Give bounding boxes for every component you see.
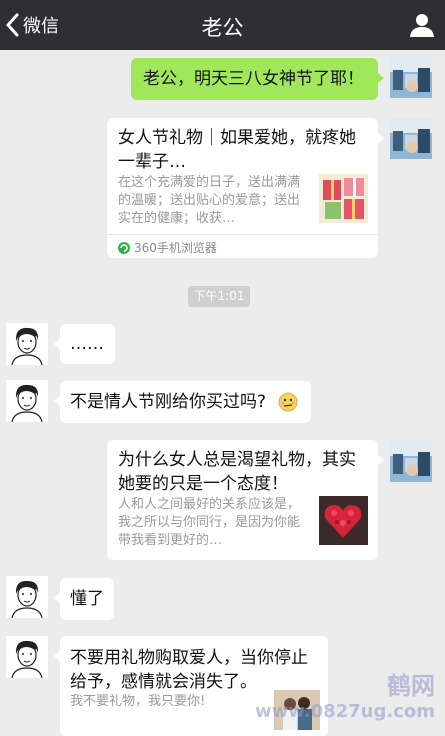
chat-title: 老公 [201,16,244,40]
contact-avatar[interactable] [6,636,48,678]
self-avatar[interactable] [390,440,432,482]
bubble-tail [54,592,61,604]
card-divider [107,234,378,235]
link-card[interactable]: 女人节礼物｜如果爱她，就疼她一辈子… 在这个充满爱的日子，送出满满的温暖；送出贴… [107,118,384,258]
message-text: 不是情人节刚给你买过吗? [70,392,267,412]
bubble-tail [377,454,384,466]
message-bubble-incoming[interactable]: 懂了 [54,578,114,620]
watermark-main: 鹤网 [387,672,435,700]
card-source: 360手机浏览器 [118,239,217,256]
message-bubble-incoming[interactable]: …… [54,324,115,364]
contact-avatar[interactable] [6,380,48,422]
back-label: 微信 [23,16,59,37]
browser-360-icon [118,241,130,254]
awkward-face-emoji-icon [278,392,298,412]
message-bubble-outgoing[interactable]: 老公，明天三八女神节了耶！ [131,58,384,100]
profile-icon[interactable] [409,12,435,38]
card-description: 我不要礼物，我只要你! [70,694,206,709]
message-text: 老公，明天三八女神节了耶！ [143,69,364,89]
card-thumbnail-heart-flowers [319,496,368,545]
card-thumbnail-gift-boxes [319,174,368,223]
bubble-tail [54,650,61,662]
card-title: 女人节礼物｜如果爱她，就疼她一辈子… [118,128,356,172]
card-source-label: 360手机浏览器 [134,241,217,255]
contact-avatar[interactable] [6,323,48,365]
card-title: 为什么女人总是渴望礼物，其实她要的只是一个态度！ [118,450,356,494]
timestamp: 下午1:01 [188,286,250,307]
message-bubble-incoming[interactable]: 不是情人节刚给你买过吗? [54,381,311,423]
bubble-tail [54,395,61,407]
title-bar: 微信 老公 [0,0,445,50]
watermark-url: www.0827ug.com [255,701,435,722]
message-text: …… [70,334,104,354]
message-text: 懂了 [70,589,104,609]
self-avatar[interactable] [390,117,432,159]
watermark: 鹤网 www.0827ug.com [255,673,435,725]
card-description: 在这个充满爱的日子，送出满满的温暖；送出贴心的爱意；送出实在的健康；收获… [118,175,301,226]
contact-avatar[interactable] [6,576,48,618]
link-card[interactable]: 为什么女人总是渴望礼物，其实她要的只是一个态度！ 人和人之间最好的关系应该是，我… [107,440,384,560]
bubble-tail [54,338,61,350]
self-avatar[interactable] [390,56,432,98]
back-button[interactable]: 微信 [6,11,59,39]
bubble-tail [377,72,384,84]
bubble-tail [377,132,384,144]
card-description: 人和人之间最好的关系应该是，我之所以与你同行，是因为你能带我看到更好的… [118,497,301,548]
chevron-left-icon [6,13,20,37]
